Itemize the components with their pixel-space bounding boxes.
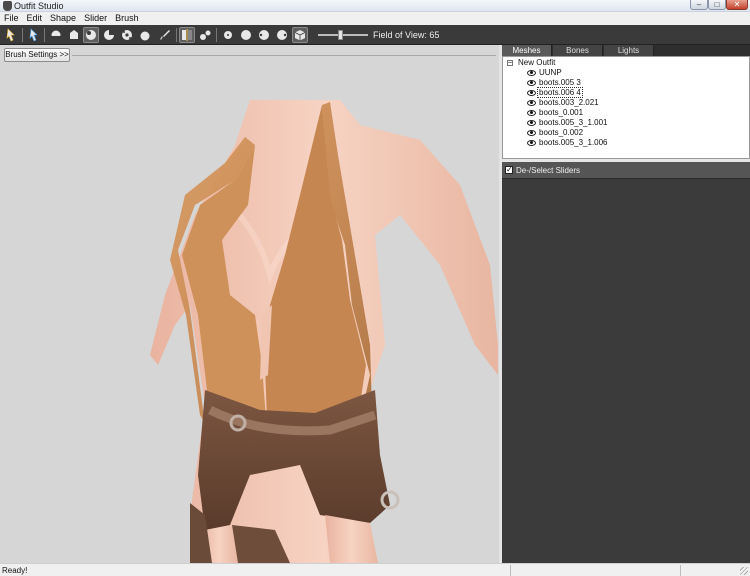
resize-grip-icon[interactable] [740, 567, 748, 575]
menu-file[interactable]: File [0, 12, 23, 25]
view-front-button[interactable] [238, 27, 254, 43]
toolbar-separator [216, 28, 217, 42]
tree-item-boots-005-3-1-006[interactable]: boots.005_3_1.006 [527, 138, 609, 148]
slider-panel: ✓ De-/Select Sliders [502, 162, 750, 563]
move-brush-button[interactable] [101, 27, 117, 43]
select-brush-icon [6, 28, 15, 42]
eye-icon[interactable] [527, 89, 536, 96]
eye-icon[interactable] [527, 109, 536, 116]
connected-only-button[interactable] [197, 27, 213, 43]
toolbar-separator [22, 28, 23, 42]
transform-tool-button[interactable] [26, 27, 42, 43]
slider-header: ✓ De-/Select Sliders [502, 162, 750, 179]
transform-brush-icon [29, 28, 38, 42]
app-icon [3, 1, 12, 11]
sphere-left-icon [259, 30, 269, 40]
toolbar: Field of View: 65 [0, 25, 750, 45]
minimize-button[interactable]: – [690, 0, 708, 10]
eye-icon[interactable] [527, 139, 536, 146]
connected-icon [200, 30, 211, 40]
tree-item-boots-0-001[interactable]: boots_0.001 [527, 108, 584, 118]
perspective-toggle-button[interactable] [292, 27, 308, 43]
brush-settings-divider [72, 55, 496, 56]
eye-icon[interactable] [527, 69, 536, 76]
outfit-studio-window: Outfit Studio – □ ✕ File Edit Shape Slid… [0, 0, 750, 576]
mirror-icon [182, 29, 192, 41]
mesh-tree: – New Outfit UUNP boots.005 3 boots.006 … [502, 56, 750, 159]
fov-slider-thumb[interactable] [338, 30, 343, 40]
right-panel: Meshes Bones Lights – New Outfit UUNP bo… [502, 45, 750, 563]
tree-root-row[interactable]: – New Outfit [503, 58, 749, 68]
select-sliders-checkbox[interactable]: ✓ [505, 166, 513, 174]
title-bar: Outfit Studio – □ ✕ [0, 0, 750, 12]
view-right-button[interactable] [274, 27, 290, 43]
inflate-brush-button[interactable] [66, 27, 82, 43]
eye-icon[interactable] [527, 99, 536, 106]
collapse-icon[interactable]: – [507, 59, 513, 66]
3d-viewport[interactable]: Brush Settings >> [0, 45, 499, 563]
deflate-brush-button[interactable] [83, 27, 99, 43]
status-divider [510, 565, 511, 576]
cube-icon [294, 30, 306, 41]
close-button[interactable]: ✕ [726, 0, 748, 10]
outfit-model-render [150, 100, 498, 563]
menu-brush[interactable]: Brush [111, 12, 143, 25]
eye-icon[interactable] [527, 129, 536, 136]
status-divider [680, 565, 681, 576]
small-dot-icon [224, 31, 232, 39]
smooth-brush-icon [122, 30, 132, 40]
tree-item-boots-006-4[interactable]: boots.006 4 [527, 87, 583, 98]
mirror-x-button[interactable] [179, 27, 195, 43]
eye-icon[interactable] [527, 119, 536, 126]
tree-item-boots-003-2-021[interactable]: boots.003_2.021 [527, 98, 600, 108]
tree-item-uunp[interactable]: UUNP [527, 68, 563, 78]
view-dot-button[interactable] [220, 27, 236, 43]
sphere-right-icon [277, 30, 287, 40]
view-left-button[interactable] [256, 27, 272, 43]
mask-brush-icon [51, 30, 61, 40]
menu-bar: File Edit Shape Slider Brush [0, 12, 750, 25]
eye-icon[interactable] [527, 79, 536, 86]
tree-item-boots-005-3[interactable]: boots.005 3 [527, 78, 582, 88]
paintbrush-icon [160, 30, 170, 40]
menu-edit[interactable]: Edit [23, 12, 47, 25]
panel-tabs: Meshes Bones Lights [502, 45, 750, 56]
move-brush-icon [104, 30, 114, 40]
menu-shape[interactable]: Shape [46, 12, 80, 25]
mask-brush-button[interactable] [48, 27, 64, 43]
toolbar-separator [44, 28, 45, 42]
status-bar: Ready! [0, 563, 750, 576]
brush-settings-button[interactable]: Brush Settings >> [4, 48, 70, 62]
select-sliders-label: De-/Select Sliders [516, 166, 581, 175]
status-text: Ready! [2, 566, 28, 575]
menu-slider[interactable]: Slider [80, 12, 111, 25]
sphere-icon [241, 30, 251, 40]
select-tool-button[interactable] [3, 27, 19, 43]
tree-item-boots-005-3-1-001[interactable]: boots.005_3_1.001 [527, 118, 609, 128]
fov-slider-track[interactable] [318, 34, 368, 36]
weight-brush-button[interactable] [137, 27, 153, 43]
fov-label: Field of View: 65 [373, 30, 440, 40]
smooth-brush-button[interactable] [119, 27, 135, 43]
inflate-brush-icon [70, 30, 78, 39]
deflate-brush-icon [86, 30, 96, 40]
tree-item-boots-0-002[interactable]: boots_0.002 [527, 128, 584, 138]
tab-lights[interactable]: Lights [604, 45, 654, 56]
toolbar-separator [176, 28, 177, 42]
tab-bones[interactable]: Bones [553, 45, 603, 56]
tab-meshes[interactable]: Meshes [502, 45, 552, 56]
color-brush-button[interactable] [157, 27, 173, 43]
weight-brush-icon [140, 31, 150, 41]
window-title: Outfit Studio [14, 1, 64, 11]
maximize-button[interactable]: □ [708, 0, 726, 10]
tree-root-label: New Outfit [518, 58, 556, 67]
